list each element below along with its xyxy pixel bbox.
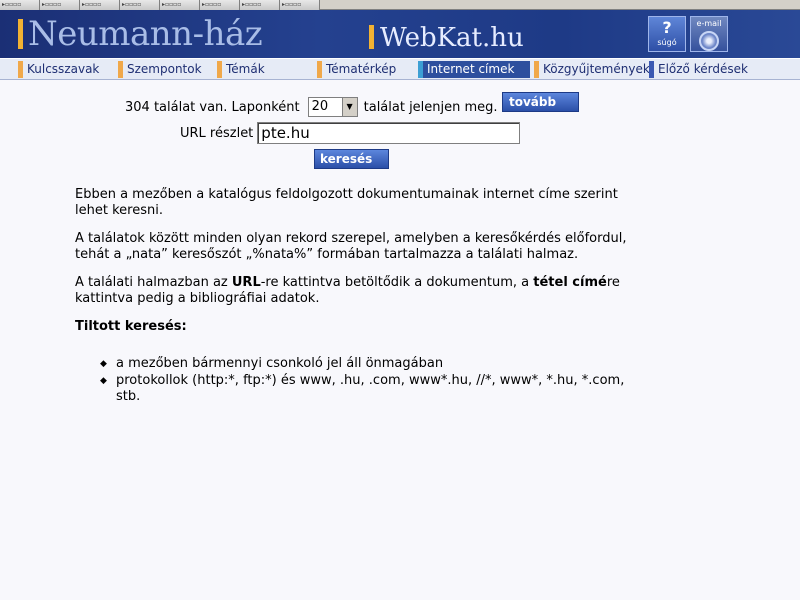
mini-tab[interactable]: ▸▫▫▫▫ [40,0,80,10]
nav-item-internet-cimek[interactable]: Internet címek [418,61,530,78]
nav-item-szempontok[interactable]: Szempontok [118,61,202,78]
nav-item-elozo-kerdesek[interactable]: Előző kérdések [649,61,748,78]
url-search-input[interactable] [257,122,521,144]
forbidden-search-title: Tiltott keresés: [75,319,187,334]
email-label: e-mail [696,19,722,28]
url-label: URL részlet [180,125,254,141]
mini-tab[interactable]: ▸▫▫▫▫ [80,0,120,10]
nav-item-tematerkep[interactable]: Tématérkép [317,61,396,78]
email-disc-icon [699,31,719,51]
results-per-page-row: 304 találat van. Laponként 20 ▼ találat … [125,96,498,118]
search-button[interactable]: keresés [314,149,389,169]
mini-tab[interactable]: ▸▫▫▫▫ [240,0,280,10]
mini-tab[interactable]: ▸▫▫▫▫ [200,0,240,10]
results-suffix-text: találat jelenjen meg. [363,99,498,115]
email-button[interactable]: e-mail [690,16,728,52]
site-logo-webkat[interactable]: WebKat.hu [380,23,524,53]
site-banner: Neumann-ház WebKat.hu ? súgó e-mail [0,10,800,58]
url-search-row: URL részlet [180,121,521,145]
help-paragraph: Ebben a mezőben a katalógus feldolgozott… [75,187,618,218]
list-item: protokollok (http:*, ftp:*) és www, .hu,… [100,373,635,405]
mini-tab[interactable]: ▸▫▫▫▫ [120,0,160,10]
dropdown-arrow-icon[interactable]: ▼ [341,98,357,116]
nav-item-kozgyujtemenyek[interactable]: Közgyűjtemények [534,61,650,78]
per-page-select[interactable]: 20 ▼ [307,97,358,117]
site-logo-neumann[interactable]: Neumann-ház [28,15,263,53]
nav-item-temak[interactable]: Témák [217,61,265,78]
banner-accent-bar [369,25,374,49]
main-nav: Kulcsszavak Szempontok Témák Tématérkép … [0,58,800,80]
per-page-value: 20 [311,99,329,114]
help-content: Ebben a mezőben a katalógus feldolgozott… [75,187,635,406]
help-label: súgó [657,38,677,47]
help-paragraph: A találatok között minden olyan rekord s… [75,231,627,262]
mini-tab[interactable]: ▸▫▫▫▫ [280,0,320,10]
browser-tab-strip: ▸▫▫▫▫ ▸▫▫▫▫ ▸▫▫▫▫ ▸▫▫▫▫ ▸▫▫▫▫ ▸▫▫▫▫ ▸▫▫▫… [0,0,800,10]
list-item: a mezőben bármennyi csonkoló jel áll önm… [100,356,635,372]
banner-accent-bar [18,19,23,49]
help-button[interactable]: ? súgó [648,16,686,52]
mini-tab[interactable]: ▸▫▫▫▫ [160,0,200,10]
title-emphasis: tétel címé [533,275,607,290]
results-count-text: 304 találat van. Laponként [125,99,300,115]
nav-item-kulcsszavak[interactable]: Kulcsszavak [18,61,99,78]
forbidden-search-list: a mezőben bármennyi csonkoló jel áll önm… [100,356,635,405]
help-paragraph: A találati halmazban az URL-re kattintva… [75,275,620,306]
url-emphasis: URL [231,275,261,290]
question-icon: ? [662,18,672,37]
next-button[interactable]: tovább [502,92,579,112]
mini-tab[interactable]: ▸▫▫▫▫ [0,0,40,10]
